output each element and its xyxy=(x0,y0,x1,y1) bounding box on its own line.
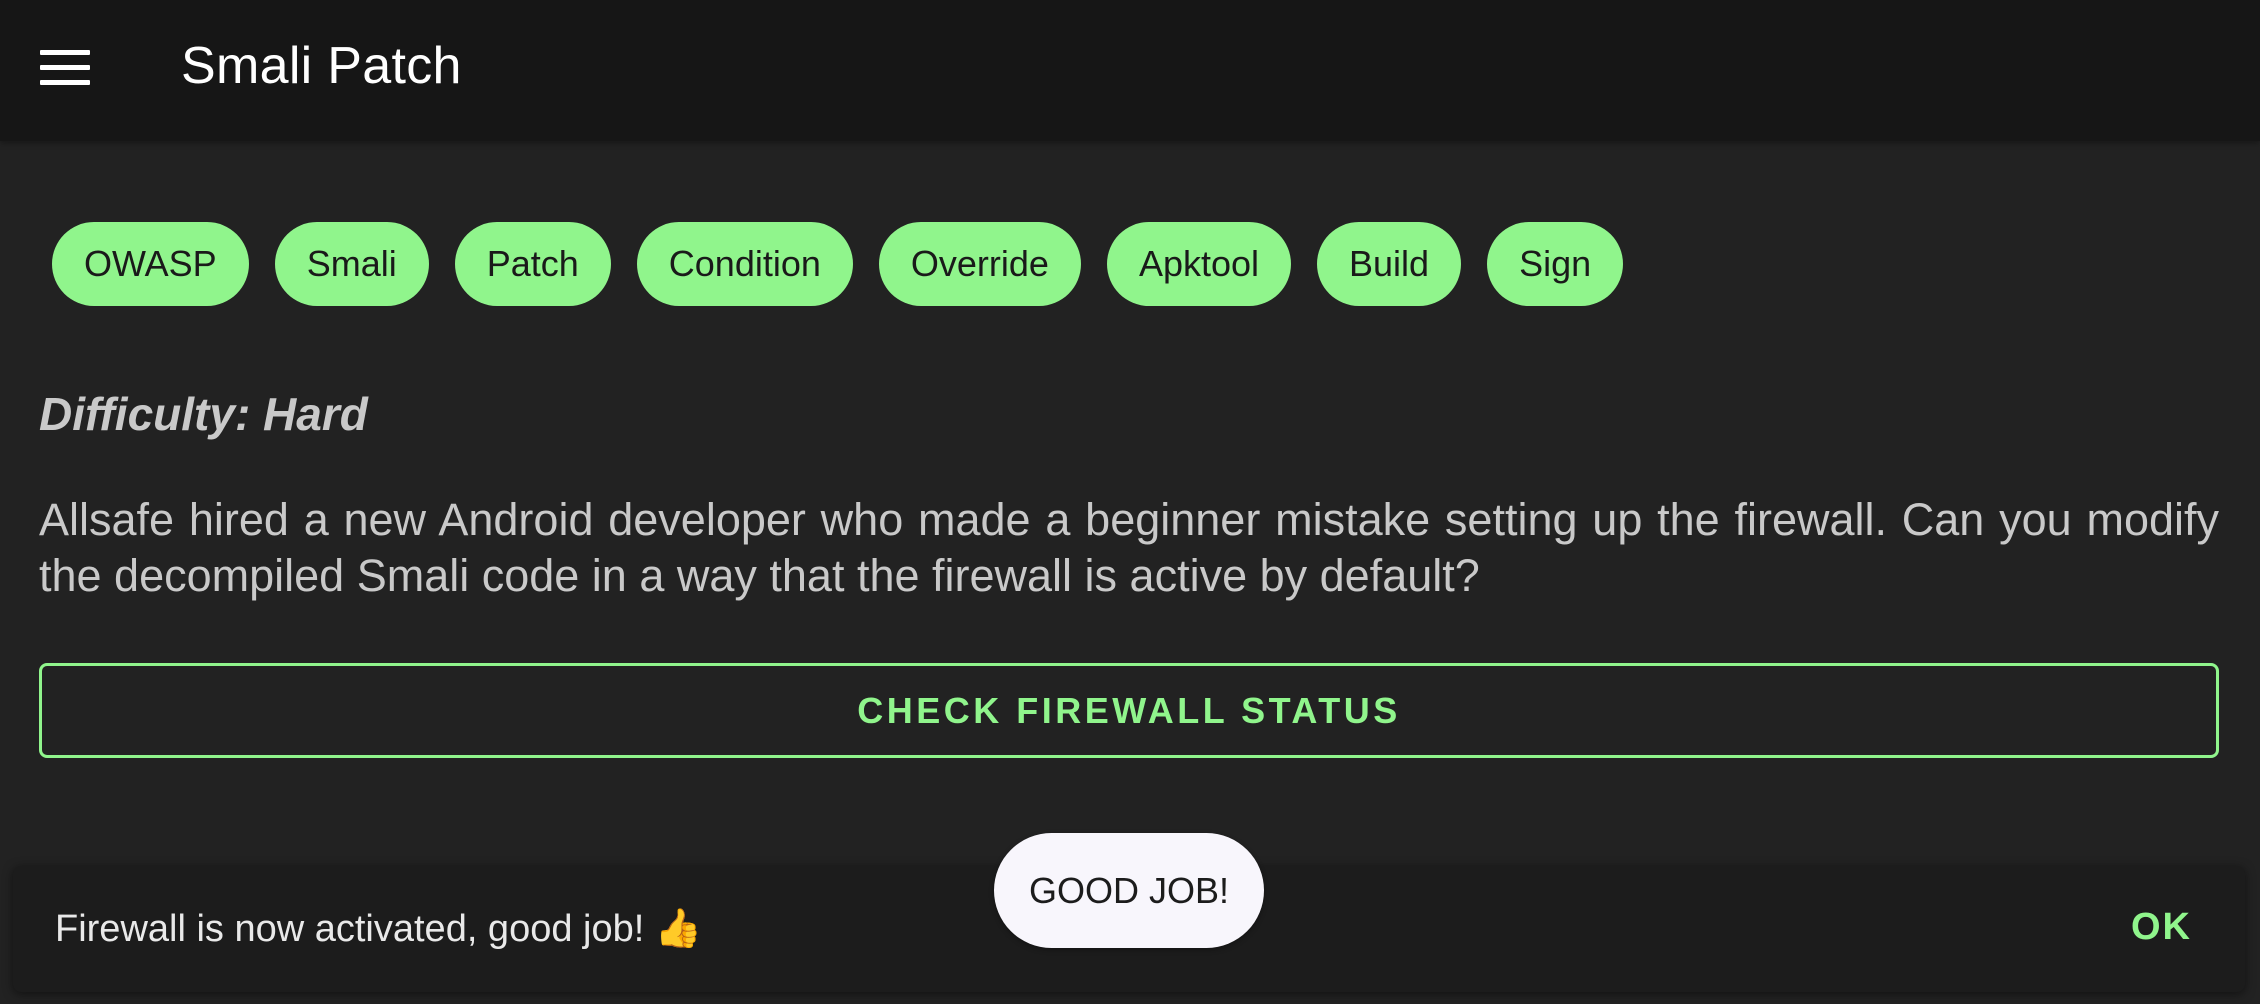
hamburger-menu-icon[interactable] xyxy=(40,50,90,86)
chip-build[interactable]: Build xyxy=(1317,222,1462,306)
challenge-description: Allsafe hired a new Android developer wh… xyxy=(39,494,2219,601)
page-title: Smali Patch xyxy=(181,37,462,95)
app-bar: Smali Patch xyxy=(0,0,2260,141)
snackbar-ok-button[interactable]: OK xyxy=(2131,906,2192,949)
chip-owasp[interactable]: OWASP xyxy=(52,222,249,306)
chip-patch[interactable]: Patch xyxy=(454,222,611,306)
tag-chip-group: OWASP Smali Patch Condition Override Apk… xyxy=(52,222,1624,306)
snackbar-message: Firewall is now activated, good job! xyxy=(55,908,645,950)
chip-smali[interactable]: Smali xyxy=(274,222,429,306)
snackbar-message-row: Firewall is now activated, good job! 👍 xyxy=(55,906,702,951)
difficulty-label: Difficulty: Hard xyxy=(39,388,368,440)
thumbs-up-icon: 👍 xyxy=(654,906,703,950)
check-firewall-status-button[interactable]: CHECK FIREWALL STATUS xyxy=(39,663,2219,758)
toast-message: GOOD JOB! xyxy=(994,833,1264,948)
chip-condition[interactable]: Condition xyxy=(636,222,853,306)
chip-sign[interactable]: Sign xyxy=(1487,222,1624,306)
chip-apktool[interactable]: Apktool xyxy=(1106,222,1292,306)
chip-override[interactable]: Override xyxy=(878,222,1081,306)
